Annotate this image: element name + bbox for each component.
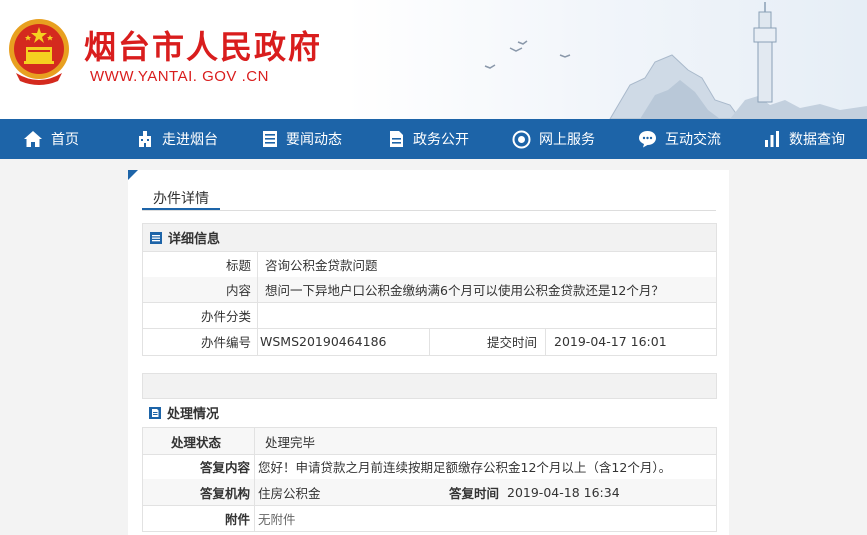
field-label: 答复内容	[199, 460, 250, 475]
content-panel: 办件详情 详细信息 标题 咨询公积金贷款问题 内容 想问一下异地户口公积金缴纳满…	[128, 170, 729, 535]
field-value-submit-time: 2019-04-17 16:01	[554, 334, 667, 349]
header-decoration-image	[484, 2, 867, 119]
field-value-org: 住房公积金	[258, 485, 321, 501]
field-value-number: WSMS20190464186	[260, 334, 387, 349]
field-label: 答复机构	[199, 485, 250, 501]
empty-bar	[142, 373, 717, 399]
national-emblem-icon	[9, 19, 69, 85]
list-icon	[150, 231, 162, 244]
nav-item-data-query[interactable]: 数据查询	[763, 119, 845, 159]
nav-item-news[interactable]: 要闻动态	[262, 119, 342, 159]
globe-icon	[512, 130, 531, 148]
handling-section-header: 处理情况	[142, 399, 715, 426]
table-row-reply: 答复内容 您好！申请贷款之月前连续按期足额缴存公积金12个月以上（含12个月）。	[142, 454, 717, 480]
field-label: 标题	[225, 258, 251, 273]
nav-item-about[interactable]: 走进烟台	[136, 119, 218, 159]
chart-icon	[765, 131, 779, 147]
nav-label: 数据查询	[789, 132, 845, 148]
divider	[142, 210, 716, 211]
field-value-reply-time: 2019-04-18 16:34	[507, 484, 620, 500]
nav-item-home[interactable]: 首页	[23, 119, 79, 159]
table-row-category: 办件分类	[142, 302, 717, 329]
detail-section-header: 详细信息	[142, 223, 717, 252]
main-nav: 首页 走进烟台 要闻动态 政务公开 网上服务 互动交流 数据查询	[0, 119, 867, 159]
table-row-org: 答复机构 住房公积金 答复时间 2019-04-18 16:34	[142, 479, 717, 506]
field-value-content: 想问一下异地户口公积金缴纳满6个月可以使用公积金贷款还是12个月？	[265, 283, 664, 298]
field-label: 办件分类	[200, 308, 251, 324]
table-row-title: 标题 咨询公积金贷款问题	[142, 252, 717, 278]
field-value-attachment: 无附件	[258, 511, 296, 527]
field-label: 附件	[224, 511, 250, 527]
building-icon	[139, 131, 151, 147]
field-value-status: 处理完毕	[265, 434, 316, 450]
table-row-number: 办件编号 WSMS20190464186 提交时间 2019-04-17 16:…	[142, 328, 717, 356]
nav-item-interaction[interactable]: 互动交流	[638, 119, 721, 159]
field-label: 答复时间	[448, 485, 499, 501]
field-label: 处理状态	[170, 434, 221, 450]
field-label: 办件编号	[200, 335, 251, 350]
home-icon	[24, 131, 42, 147]
document-icon	[149, 406, 161, 419]
site-title[interactable]: 烟台市人民政府	[84, 22, 322, 68]
table-row-attachment: 附件 无附件	[142, 505, 717, 532]
section-title: 处理情况	[167, 407, 220, 422]
news-icon	[263, 131, 277, 147]
nav-label: 互动交流	[665, 132, 721, 148]
corner-marker	[128, 170, 138, 180]
nav-item-online-services[interactable]: 网上服务	[512, 119, 595, 159]
table-row-content: 内容 想问一下异地户口公积金缴纳满6个月可以使用公积金贷款还是12个月？	[142, 277, 717, 303]
nav-label: 政务公开	[413, 132, 469, 148]
nav-item-public-affairs[interactable]: 政务公开	[387, 119, 469, 159]
field-value-reply: 您好！申请贷款之月前连续按期足额缴存公积金12个月以上（含12个月）。	[258, 460, 672, 475]
document-icon	[390, 131, 403, 147]
section-title: 详细信息	[168, 232, 221, 247]
nav-label: 走进烟台	[162, 132, 218, 148]
table-row-status: 处理状态 处理完毕	[142, 427, 717, 455]
nav-label: 要闻动态	[286, 132, 342, 148]
field-label: 内容	[225, 283, 251, 298]
tab-case-details[interactable]: 办件详情	[153, 188, 209, 208]
nav-label: 首页	[51, 132, 79, 148]
site-url[interactable]: WWW.YANTAI. GOV .CN	[90, 68, 269, 85]
nav-label: 网上服务	[539, 132, 595, 148]
site-header: 烟台市人民政府 WWW.YANTAI. GOV .CN	[0, 0, 867, 119]
chat-icon	[639, 131, 656, 148]
field-value-title: 咨询公积金贷款问题	[265, 258, 378, 273]
field-label: 提交时间	[486, 335, 537, 350]
